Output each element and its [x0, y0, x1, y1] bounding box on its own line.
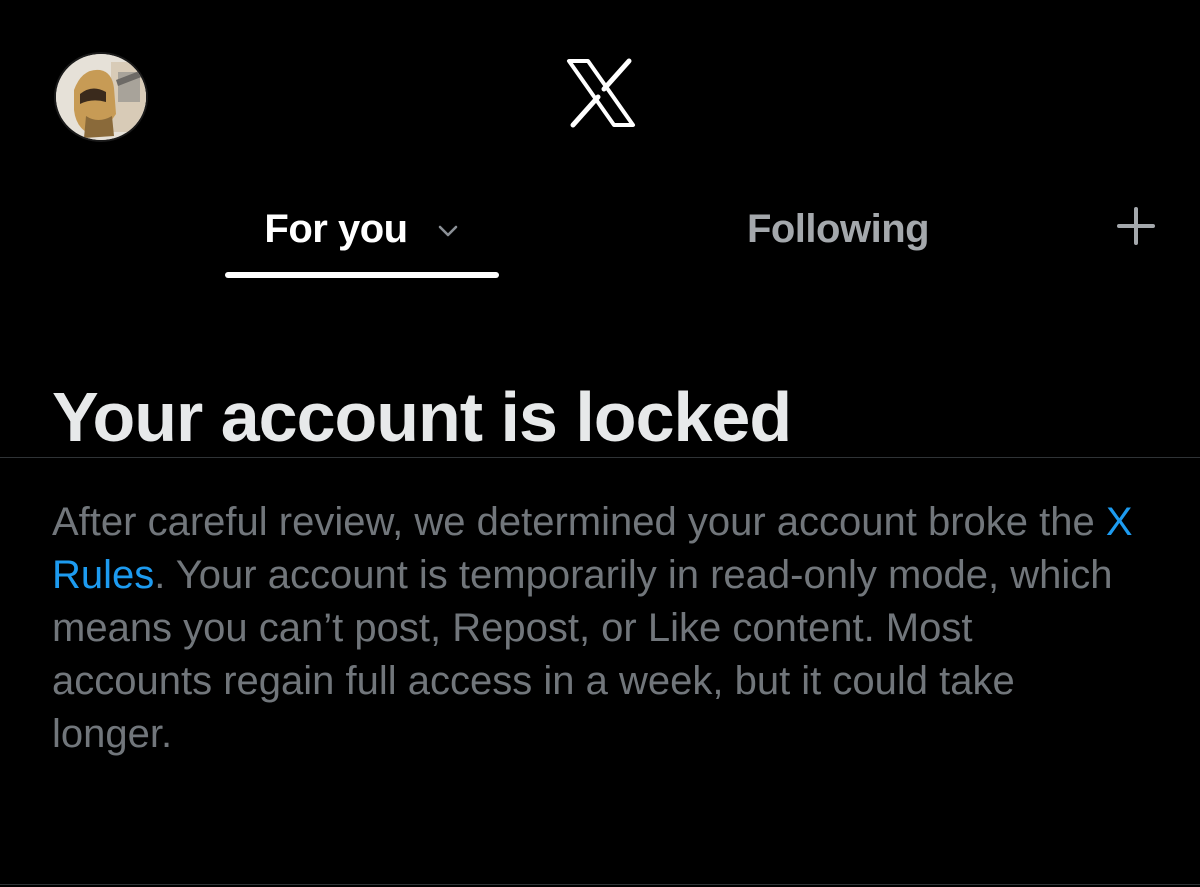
- tab-following-label: Following: [746, 206, 930, 251]
- tab-for-you-label: For you: [264, 206, 408, 251]
- notice-body-text-start: After careful review, we determined your…: [52, 500, 1106, 544]
- app-root: For you Following Your account is locked…: [0, 0, 1200, 887]
- notice-title: Your account is locked: [52, 378, 792, 456]
- chevron-down-icon[interactable]: [436, 219, 460, 243]
- x-logo-icon: [567, 58, 635, 128]
- tab-for-you[interactable]: For you: [225, 180, 499, 278]
- tab-following[interactable]: Following: [700, 180, 976, 278]
- plus-icon: [1117, 207, 1155, 245]
- avatar-image: [56, 54, 146, 140]
- profile-avatar[interactable]: [56, 54, 146, 140]
- add-tab-button[interactable]: [1110, 200, 1162, 252]
- active-tab-indicator: [225, 272, 499, 278]
- bottom-divider: [0, 884, 1200, 885]
- top-bar: [0, 0, 1200, 180]
- notice-body-text-end: . Your account is temporarily in read-on…: [52, 553, 1113, 756]
- account-locked-notice: Your account is locked After careful rev…: [52, 372, 1152, 761]
- notice-body: After careful review, we determined your…: [52, 496, 1142, 761]
- timeline-tabs: For you Following: [0, 180, 1200, 458]
- x-logo[interactable]: [566, 58, 636, 128]
